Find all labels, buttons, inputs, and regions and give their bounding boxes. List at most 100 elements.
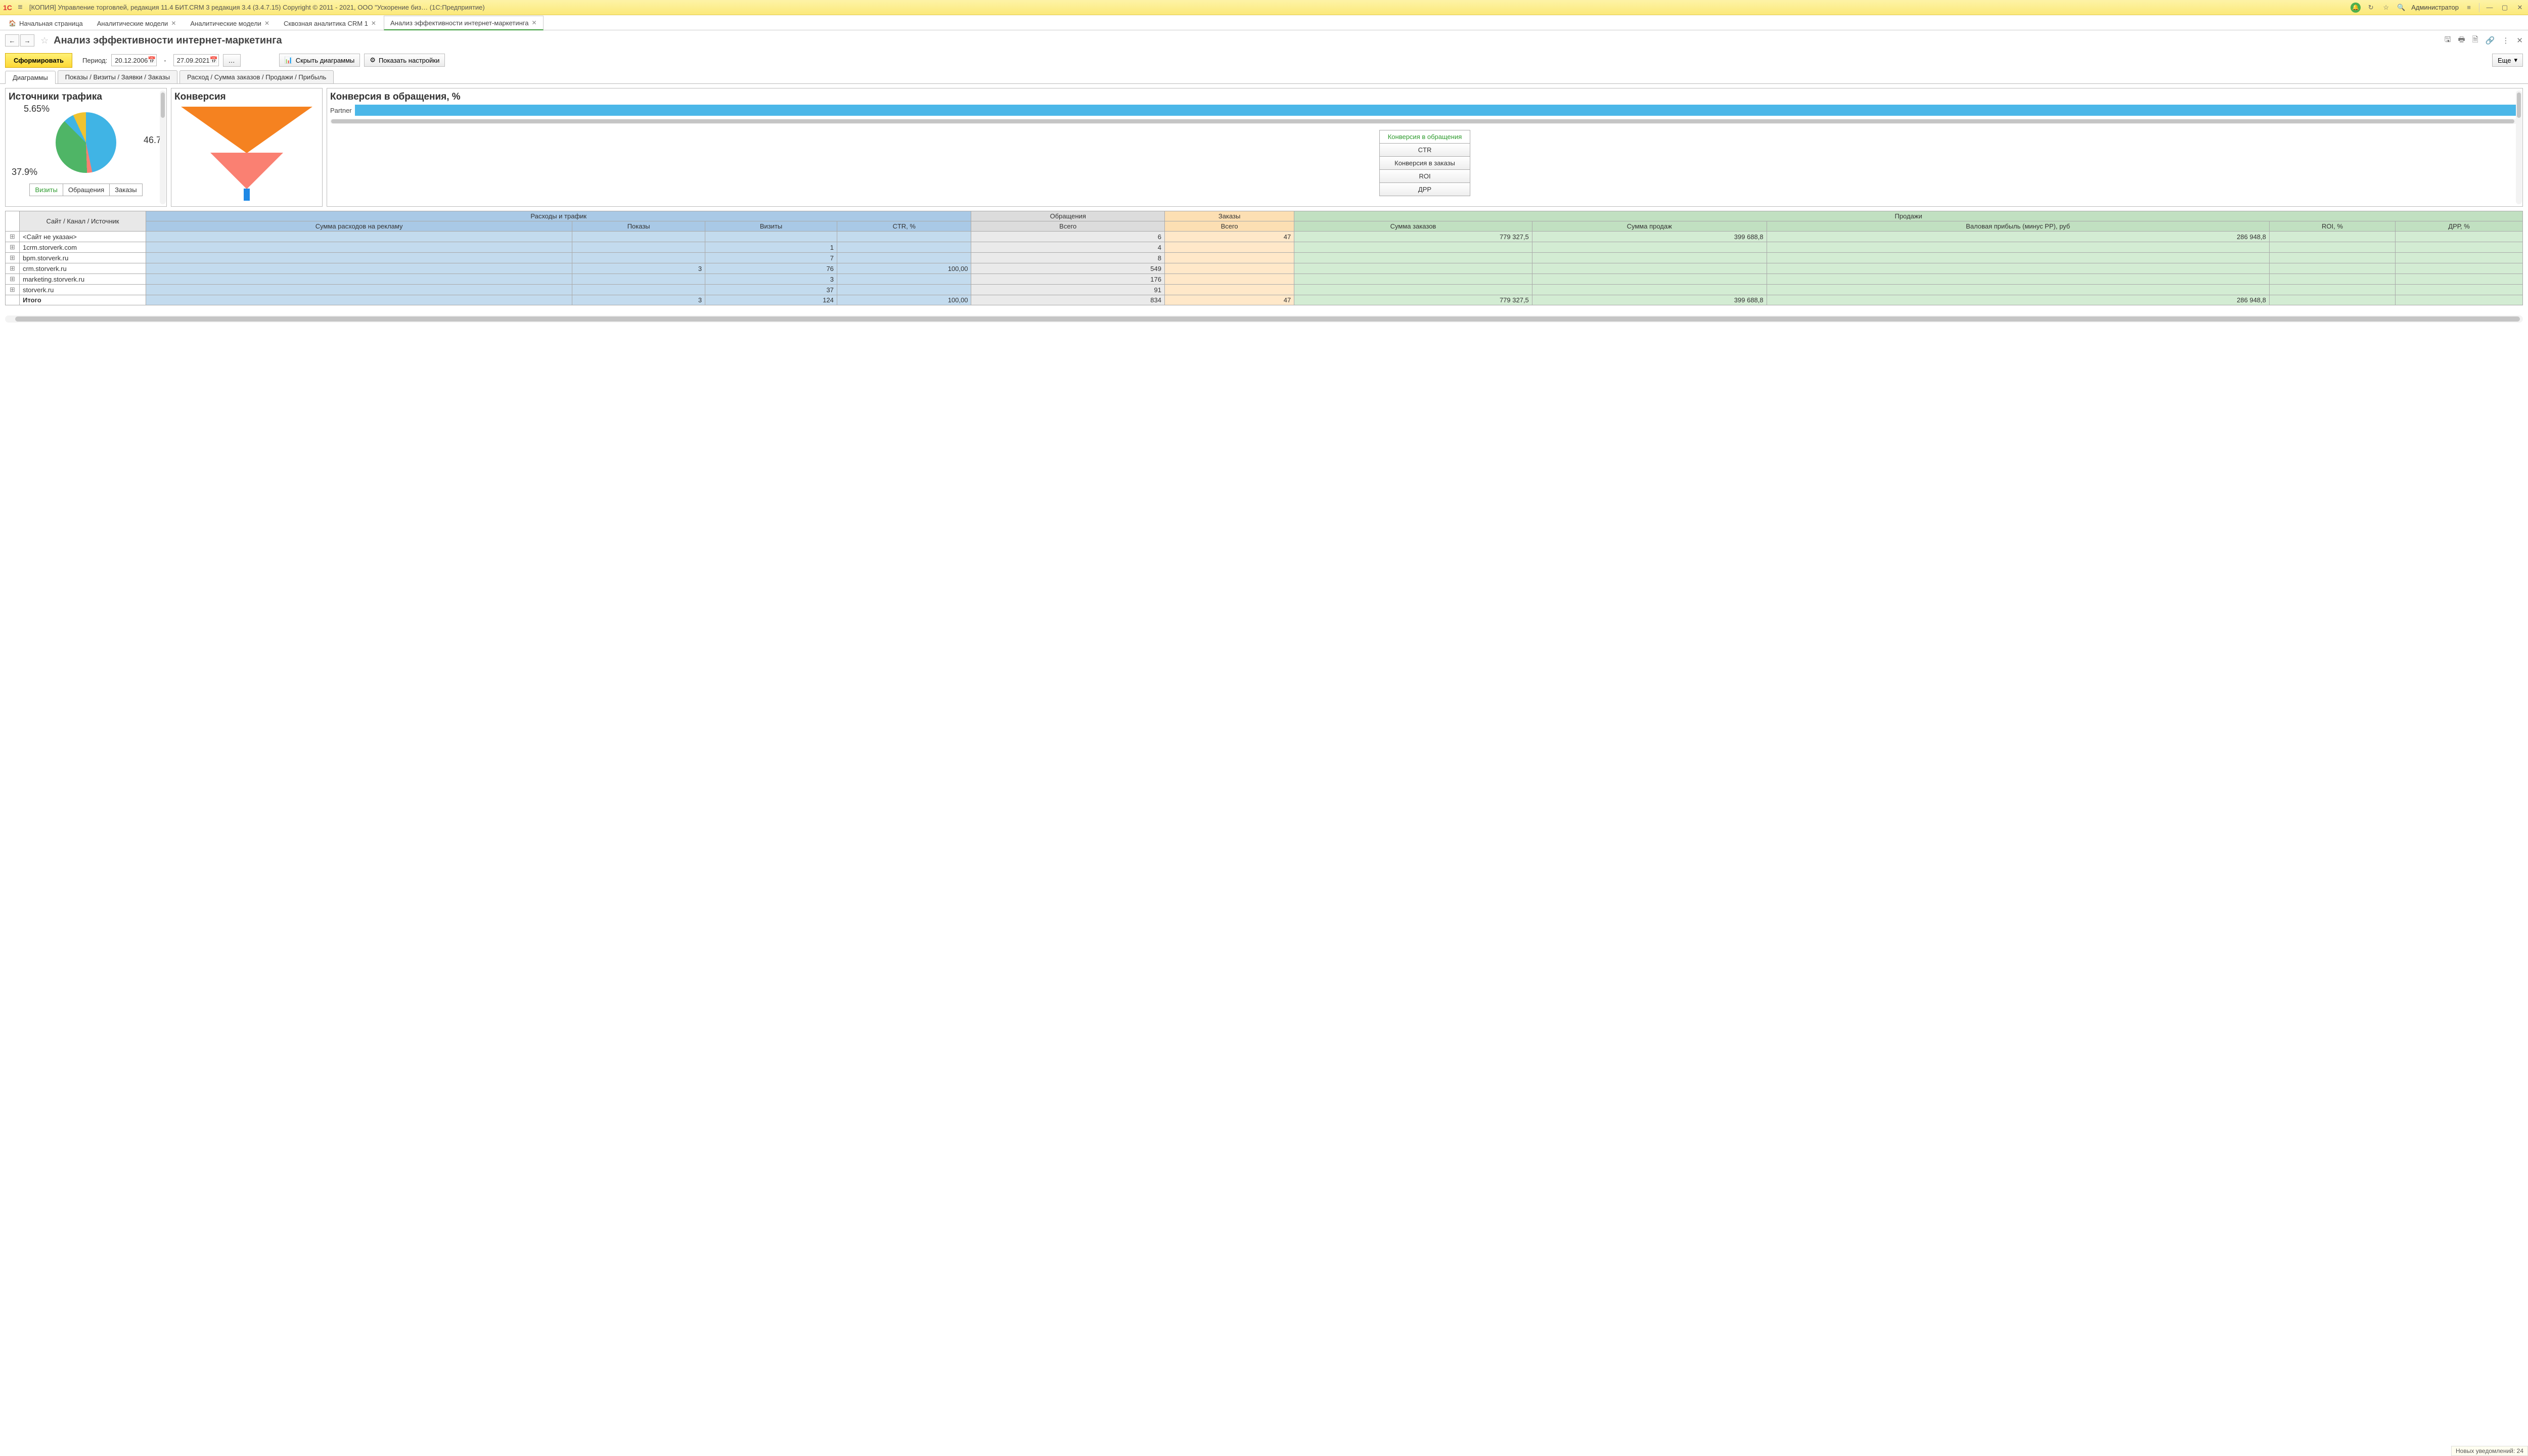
expand-button[interactable]: ⊞ — [6, 274, 20, 285]
pie-tab[interactable]: Заказы — [110, 184, 142, 196]
pie-chart — [56, 112, 116, 173]
tab-label: Сквозная аналитика CRM 1 — [284, 20, 368, 27]
save-icon[interactable]: 🖫 — [2445, 34, 2451, 47]
col-header: CTR, % — [837, 221, 971, 232]
cell: 124 — [705, 295, 837, 305]
metric-item[interactable]: Конверсия в обращения — [1380, 130, 1470, 144]
cell — [2396, 232, 2523, 242]
star-icon[interactable]: ☆ — [2381, 3, 2391, 13]
panel-scrollbar[interactable] — [160, 90, 166, 204]
chart-icon: 📊 — [285, 56, 293, 64]
main-tab[interactable]: Аналитические модели✕ — [91, 16, 183, 30]
page-hscrollbar[interactable] — [5, 315, 2523, 323]
col-header: Всего — [971, 221, 1165, 232]
main-menu-icon[interactable]: ≡ — [15, 3, 25, 12]
col-header: Валовая прибыль (минус РР), руб — [1767, 221, 2269, 232]
bell-icon[interactable]: 🔔 — [2351, 3, 2361, 13]
col-header: Сумма расходов на рекламу — [146, 221, 572, 232]
form-button[interactable]: Сформировать — [5, 53, 72, 68]
calendar-icon[interactable]: 📅 — [148, 56, 156, 64]
main-tab[interactable]: Начальная страница — [2, 16, 89, 30]
nav-back-button[interactable]: ← — [5, 34, 19, 47]
expand-button[interactable]: ⊞ — [6, 242, 20, 253]
link-icon[interactable]: 🔗 — [2486, 36, 2495, 45]
row-name: 1crm.storverk.com — [20, 242, 146, 253]
more-vert-icon[interactable]: ⋮ — [2502, 36, 2509, 45]
col-header: Всего — [1165, 221, 1294, 232]
more-button[interactable]: Еще ▾ — [2492, 54, 2523, 67]
inner-tab[interactable]: Расход / Сумма заказов / Продажи / Прибы… — [179, 70, 334, 83]
pie-tab[interactable]: Визиты — [30, 184, 63, 196]
cell — [1294, 242, 1532, 253]
row-name: Итого — [20, 295, 146, 305]
hide-charts-label: Скрыть диаграммы — [296, 57, 355, 64]
hide-charts-button[interactable]: 📊 Скрыть диаграммы — [279, 54, 360, 67]
panel-hscrollbar[interactable] — [330, 119, 2519, 124]
panel-scrollbar[interactable] — [2516, 90, 2522, 204]
main-tab[interactable]: Аналитические модели✕ — [184, 16, 276, 30]
print-icon[interactable]: 🖶 — [2458, 34, 2465, 47]
bar-label: Partner — [330, 107, 352, 114]
maximize-icon[interactable]: ▢ — [2500, 3, 2510, 13]
close-page-icon[interactable]: ✕ — [2516, 36, 2523, 45]
minimize-icon[interactable]: — — [2485, 3, 2495, 13]
date-to-input[interactable]: 27.09.2021 📅 — [173, 54, 219, 66]
cell — [1532, 253, 1767, 263]
cell — [146, 274, 572, 285]
pie-label-1: 5.65% — [24, 104, 50, 114]
tab-close-icon[interactable]: ✕ — [371, 20, 376, 27]
cell — [1532, 263, 1767, 274]
metric-list: Конверсия в обращенияCTRКонверсия в зака… — [1379, 130, 1470, 196]
main-tab[interactable]: Анализ эффективности интернет-маркетинга… — [384, 16, 544, 30]
inner-tabs: ДиаграммыПоказы / Визиты / Заявки / Зака… — [0, 70, 2528, 84]
metric-item[interactable]: ДРР — [1380, 183, 1470, 196]
metric-item[interactable]: Конверсия в заказы — [1380, 157, 1470, 170]
books-icon[interactable]: 🔍 — [2396, 3, 2406, 13]
row-name: crm.storverk.ru — [20, 263, 146, 274]
main-tab[interactable]: Сквозная аналитика CRM 1✕ — [277, 16, 383, 30]
data-grid: Сайт / Канал / Источник Расходы и трафик… — [0, 209, 2528, 315]
nav-forward-button[interactable]: → — [20, 34, 34, 47]
panel-title: Конверсия в обращения, % — [330, 92, 2519, 103]
inner-tab[interactable]: Диаграммы — [5, 71, 56, 84]
cell — [1294, 263, 1532, 274]
cell — [1165, 263, 1294, 274]
cell — [1767, 274, 2269, 285]
metric-item[interactable]: ROI — [1380, 170, 1470, 183]
col-header: Сумма продаж — [1532, 221, 1767, 232]
window-title: [КОПИЯ] Управление торговлей, редакция 1… — [29, 4, 2351, 11]
tab-close-icon[interactable]: ✕ — [532, 19, 537, 26]
date-from-input[interactable]: 20.12.2006 📅 — [111, 54, 157, 66]
settings-lines-icon[interactable]: ≡ — [2464, 3, 2474, 13]
expand-button[interactable]: ⊞ — [6, 285, 20, 295]
close-icon[interactable]: ✕ — [2515, 3, 2525, 13]
expand-button[interactable]: ⊞ — [6, 253, 20, 263]
pie-tab[interactable]: Обращения — [63, 184, 110, 196]
expand-button[interactable]: ⊞ — [6, 263, 20, 274]
expand-button[interactable]: ⊞ — [6, 232, 20, 242]
favorite-star-icon[interactable]: ☆ — [40, 35, 49, 46]
cell — [2396, 295, 2523, 305]
calendar-icon[interactable]: 📅 — [210, 56, 218, 64]
tab-close-icon[interactable]: ✕ — [171, 20, 176, 27]
funnel-chart — [174, 105, 319, 201]
show-settings-button[interactable]: ⚙ Показать настройки — [364, 54, 445, 67]
chevron-down-icon: ▾ — [2514, 56, 2517, 64]
table-row: ⊞bpm.storverk.ru78 — [6, 253, 2523, 263]
inner-tab[interactable]: Показы / Визиты / Заявки / Заказы — [58, 70, 177, 83]
cell — [837, 274, 971, 285]
date-picker-button[interactable]: … — [223, 54, 241, 67]
tab-close-icon[interactable]: ✕ — [264, 20, 269, 27]
cell — [572, 253, 705, 263]
preview-icon[interactable]: 🗎 — [2472, 34, 2478, 47]
cell — [1767, 285, 2269, 295]
cell — [2269, 285, 2395, 295]
metric-item[interactable]: CTR — [1380, 144, 1470, 157]
history-icon[interactable]: ↻ — [2366, 3, 2376, 13]
cell — [572, 232, 705, 242]
app-logo: 1C — [3, 4, 12, 12]
cell — [1767, 242, 2269, 253]
pie-label-3: 37.9% — [12, 167, 37, 177]
tab-label: Начальная страница — [19, 20, 83, 27]
user-label[interactable]: Администратор — [2411, 4, 2459, 11]
